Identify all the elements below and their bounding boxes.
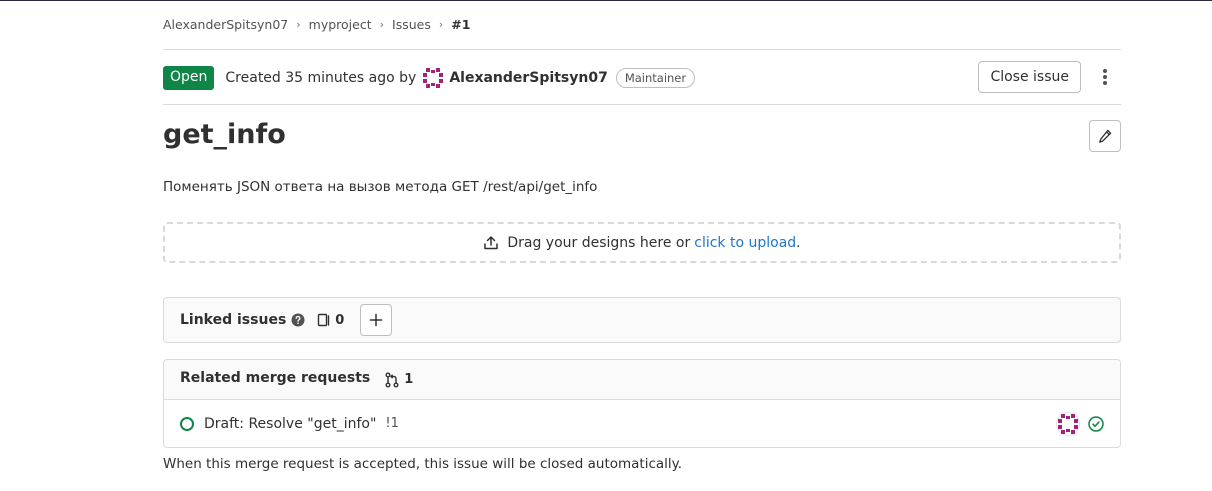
- breadcrumb-item-user[interactable]: AlexanderSpitsyn07: [163, 17, 288, 32]
- linked-issues-title: Linked issues: [180, 312, 287, 328]
- breadcrumb-item-current[interactable]: #1: [451, 17, 470, 32]
- status-open-icon: [180, 416, 194, 431]
- status-success-icon[interactable]: [1088, 416, 1104, 432]
- role-badge: Maintainer: [615, 68, 696, 88]
- created-text: Created 35 minutes ago by: [225, 70, 417, 86]
- linked-issues-count: 0: [317, 313, 344, 328]
- close-issue-button[interactable]: Close issue: [978, 61, 1081, 93]
- upload-link[interactable]: click to upload: [694, 235, 796, 251]
- question-icon[interactable]: [291, 313, 305, 327]
- linked-issues-card: Linked issues 0: [163, 297, 1121, 343]
- linked-issues-count-value: 0: [335, 312, 345, 328]
- merge-request-ref: !1: [385, 416, 399, 431]
- merge-request-title[interactable]: Draft: Resolve "get_info": [204, 416, 376, 432]
- issues-icon: [318, 313, 330, 327]
- merge-request-icon: [385, 372, 399, 387]
- related-merge-requests-header: Related merge requests 1: [164, 360, 1120, 400]
- issue-description: Поменять JSON ответа на вызов метода GET…: [163, 179, 598, 195]
- pencil-icon: [1099, 129, 1112, 143]
- divider: [163, 49, 1121, 50]
- chevron-right-icon: ›: [438, 18, 444, 31]
- dropzone-suffix: .: [796, 234, 801, 251]
- related-merge-requests-count-value: 1: [404, 372, 414, 387]
- status-badge: Open: [163, 66, 215, 90]
- closing-note: When this merge request is accepted, thi…: [163, 456, 683, 472]
- issue-title: get_info: [163, 119, 286, 150]
- breadcrumb: AlexanderSpitsyn07 › myproject › Issues …: [163, 17, 470, 32]
- list-item[interactable]: Draft: Resolve "get_info" !1: [164, 400, 1120, 447]
- breadcrumb-item-issues[interactable]: Issues: [392, 17, 431, 32]
- design-dropzone[interactable]: Drag your designs here or click to uploa…: [163, 222, 1121, 263]
- plus-icon: [370, 313, 383, 327]
- related-merge-requests-card: Related merge requests 1 Draft: Resolve …: [163, 359, 1121, 448]
- related-merge-requests-title: Related merge requests: [180, 369, 371, 386]
- related-merge-requests-count: 1: [384, 372, 413, 388]
- divider: [163, 104, 1121, 105]
- add-linked-issue-button[interactable]: [360, 304, 393, 336]
- author-link[interactable]: AlexanderSpitsyn07: [449, 70, 608, 86]
- chevron-right-icon: ›: [379, 18, 385, 31]
- breadcrumb-item-project[interactable]: myproject: [309, 17, 372, 32]
- avatar[interactable]: [422, 67, 445, 89]
- avatar[interactable]: [1056, 412, 1080, 436]
- issue-header: Open Created 35 minutes ago by Alexander…: [163, 61, 1121, 93]
- chevron-right-icon: ›: [296, 18, 301, 31]
- ellipsis-v-icon[interactable]: [1097, 67, 1113, 87]
- upload-icon: [483, 235, 499, 251]
- edit-title-button[interactable]: [1089, 120, 1121, 152]
- dropzone-text: Drag your designs here or: [507, 234, 691, 251]
